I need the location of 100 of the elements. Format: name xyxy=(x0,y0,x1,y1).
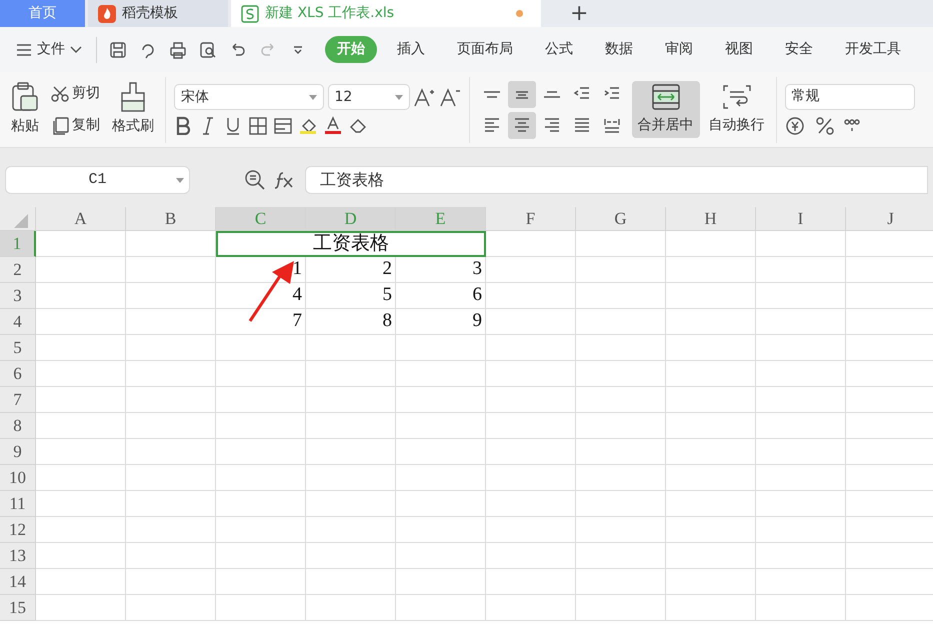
ribbon-tab[interactable]: 插入 xyxy=(385,36,437,63)
row-header[interactable]: 3 xyxy=(0,283,36,309)
empty-cell[interactable] xyxy=(306,439,396,465)
empty-cell[interactable] xyxy=(306,413,396,439)
empty-cell[interactable] xyxy=(666,491,756,517)
merge-center-button[interactable]: 合并居中 xyxy=(632,81,700,138)
formula-field[interactable]: 工资表格 xyxy=(305,166,928,194)
empty-cell[interactable] xyxy=(756,517,846,543)
empty-cell[interactable] xyxy=(396,569,486,595)
empty-cell[interactable] xyxy=(126,309,216,335)
empty-cell[interactable] xyxy=(396,387,486,413)
empty-cell[interactable] xyxy=(576,361,666,387)
row-header[interactable]: 11 xyxy=(0,491,36,517)
empty-cell[interactable] xyxy=(576,517,666,543)
empty-cell[interactable] xyxy=(126,257,216,283)
empty-cell[interactable] xyxy=(486,283,576,309)
empty-cell[interactable] xyxy=(576,257,666,283)
empty-cell[interactable] xyxy=(576,413,666,439)
borders-icon[interactable] xyxy=(249,116,267,135)
empty-cell[interactable] xyxy=(756,387,846,413)
empty-cell[interactable] xyxy=(486,595,576,621)
empty-cell[interactable] xyxy=(306,387,396,413)
empty-cell[interactable] xyxy=(126,543,216,569)
increase-font-size-icon[interactable] xyxy=(413,87,435,107)
ribbon-tab[interactable]: 审阅 xyxy=(653,36,705,63)
empty-cell[interactable] xyxy=(216,335,306,361)
empty-cell[interactable] xyxy=(486,517,576,543)
empty-cell[interactable] xyxy=(216,387,306,413)
empty-cell[interactable] xyxy=(756,231,846,257)
empty-cell[interactable] xyxy=(126,491,216,517)
column-header[interactable]: F xyxy=(486,207,576,231)
empty-cell[interactable] xyxy=(306,517,396,543)
empty-cell[interactable] xyxy=(396,595,486,621)
empty-cell[interactable] xyxy=(216,439,306,465)
font-size-field[interactable]: 12 xyxy=(328,84,410,110)
empty-cell[interactable] xyxy=(486,387,576,413)
empty-cell[interactable] xyxy=(396,491,486,517)
empty-cell[interactable] xyxy=(576,543,666,569)
empty-cell[interactable] xyxy=(306,361,396,387)
empty-cell[interactable] xyxy=(756,543,846,569)
empty-cell[interactable] xyxy=(396,543,486,569)
empty-cell[interactable] xyxy=(126,569,216,595)
empty-cell[interactable] xyxy=(306,465,396,491)
font-name-field[interactable]: 宋体 xyxy=(174,84,324,110)
empty-cell[interactable] xyxy=(396,439,486,465)
empty-cell[interactable] xyxy=(576,231,666,257)
empty-cell[interactable] xyxy=(666,309,756,335)
ribbon-tab[interactable]: 开发工具 xyxy=(833,36,913,63)
zoom-icon[interactable] xyxy=(244,169,266,191)
column-header[interactable]: H xyxy=(666,207,756,231)
empty-cell[interactable] xyxy=(396,517,486,543)
column-header[interactable]: B xyxy=(126,207,216,231)
empty-cell[interactable] xyxy=(306,335,396,361)
wrap-text-button[interactable]: 自动换行 xyxy=(706,81,768,138)
empty-cell[interactable] xyxy=(306,491,396,517)
ribbon-tab[interactable]: 页面布局 xyxy=(445,36,525,63)
empty-cell[interactable] xyxy=(126,231,216,257)
empty-cell[interactable] xyxy=(486,413,576,439)
empty-cell[interactable] xyxy=(576,439,666,465)
empty-cell[interactable] xyxy=(756,595,846,621)
column-header[interactable]: I xyxy=(756,207,846,231)
empty-cell[interactable] xyxy=(126,283,216,309)
column-header[interactable]: A xyxy=(36,207,126,231)
empty-cell[interactable] xyxy=(666,413,756,439)
empty-cell[interactable] xyxy=(576,569,666,595)
empty-cell[interactable] xyxy=(576,309,666,335)
empty-cell[interactable] xyxy=(756,491,846,517)
empty-cell[interactable] xyxy=(486,491,576,517)
empty-cell[interactable] xyxy=(756,361,846,387)
font-color-icon[interactable] xyxy=(324,116,342,135)
select-all-corner[interactable] xyxy=(0,207,36,231)
ribbon-tab[interactable]: 安全 xyxy=(773,36,825,63)
document-tab[interactable]: 稻壳模板 xyxy=(88,0,228,27)
row-header[interactable]: 14 xyxy=(0,569,36,595)
empty-cell[interactable] xyxy=(396,465,486,491)
empty-cell[interactable] xyxy=(756,439,846,465)
empty-cell[interactable] xyxy=(486,465,576,491)
empty-cell[interactable] xyxy=(126,387,216,413)
empty-cell[interactable] xyxy=(396,335,486,361)
empty-cell[interactable] xyxy=(576,283,666,309)
empty-cell[interactable] xyxy=(756,413,846,439)
empty-cell[interactable] xyxy=(306,595,396,621)
cell-format-icon[interactable] xyxy=(274,116,292,135)
empty-cell[interactable] xyxy=(216,543,306,569)
new-tab-button[interactable]: + xyxy=(564,0,594,27)
row-header[interactable]: 2 xyxy=(0,257,36,283)
save-icon[interactable] xyxy=(109,40,127,58)
ribbon-tab[interactable]: 公式 xyxy=(533,36,585,63)
empty-cell[interactable] xyxy=(486,439,576,465)
empty-cell[interactable] xyxy=(666,439,756,465)
empty-cell[interactable] xyxy=(126,439,216,465)
empty-cell[interactable] xyxy=(486,257,576,283)
ribbon-tab[interactable]: 视图 xyxy=(713,36,765,63)
bold-icon[interactable] xyxy=(174,116,192,135)
merged-cell[interactable]: 工资表格 xyxy=(216,231,486,257)
decrease-font-size-icon[interactable] xyxy=(438,87,460,107)
empty-cell[interactable] xyxy=(576,465,666,491)
empty-cell[interactable] xyxy=(666,335,756,361)
print-icon[interactable] xyxy=(169,40,187,58)
empty-cell[interactable] xyxy=(216,465,306,491)
